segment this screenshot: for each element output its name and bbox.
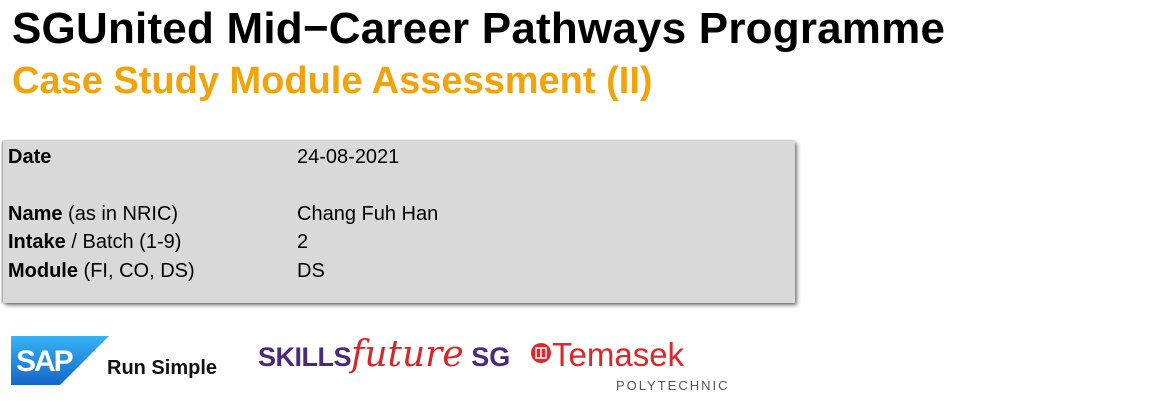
name-label-note: (as in NRIC) <box>62 203 179 225</box>
temasek-emblem-icon <box>531 343 551 363</box>
svg-text:SAP: SAP <box>16 345 73 378</box>
intake-label-note: / Batch (1-9) <box>65 231 182 253</box>
name-label: Name <box>8 203 63 225</box>
date-value: 24-08-2021 <box>297 146 400 168</box>
date-row: Date 24-08-2021 <box>8 146 399 169</box>
date-label: Date <box>8 146 52 168</box>
module-label: Module <box>8 260 78 282</box>
intake-value: 2 <box>297 231 309 253</box>
intake-row: Intake / Batch (1-9) 2 <box>8 231 308 254</box>
intake-label: Intake <box>8 231 66 253</box>
page-title: SGUnited Mid−Career Pathways Programme <box>12 4 946 53</box>
module-value: DS <box>297 260 325 282</box>
sap-tagline: Run Simple <box>107 357 218 379</box>
module-row: Module (FI, CO, DS) DS <box>8 260 325 283</box>
name-value: Chang Fuh Han <box>297 203 439 225</box>
skillsfuture-logo: SKILLSfuture SG <box>258 334 511 375</box>
module-label-note: (FI, CO, DS) <box>78 260 195 282</box>
temasek-logo: Temasek POLYTECHNIC <box>530 336 728 393</box>
name-row: Name (as in NRIC) Chang Fuh Han <box>8 203 438 226</box>
details-box: Date 24-08-2021 Name (as in NRIC) Chang … <box>3 141 795 303</box>
sap-logo: SAP <box>11 336 109 385</box>
page-subtitle: Case Study Module Assessment (II) <box>12 60 653 102</box>
